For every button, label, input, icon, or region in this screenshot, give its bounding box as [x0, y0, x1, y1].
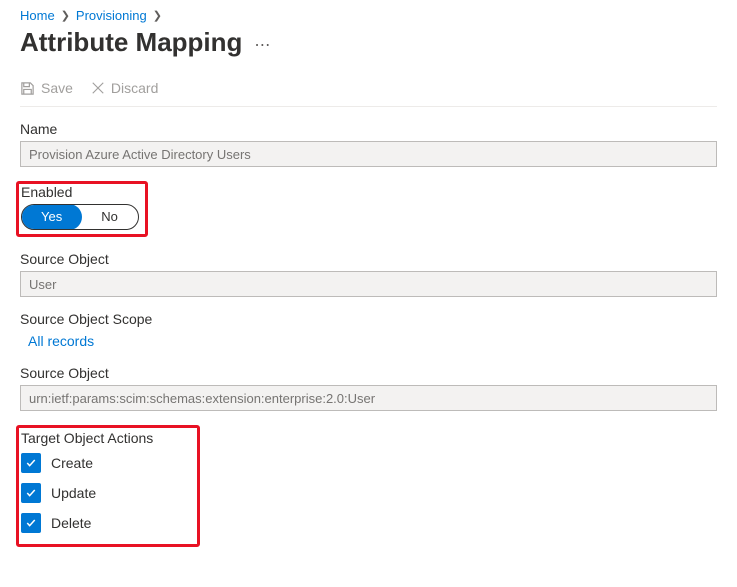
- enabled-toggle[interactable]: Yes No: [21, 204, 139, 230]
- breadcrumb-provisioning[interactable]: Provisioning: [76, 8, 147, 23]
- discard-button[interactable]: Discard: [91, 80, 158, 96]
- name-input: [20, 141, 717, 167]
- breadcrumb: Home ❯ Provisioning ❯: [20, 8, 717, 23]
- field-target-actions: Target Object Actions Create Update Dele…: [20, 425, 717, 547]
- name-label: Name: [20, 121, 717, 137]
- chevron-right-icon: ❯: [61, 9, 70, 22]
- field-source-object: Source Object: [20, 251, 717, 297]
- checkbox-delete[interactable]: [21, 513, 41, 533]
- checkbox-update-row[interactable]: Update: [21, 478, 191, 508]
- target-schema-label: Source Object: [20, 365, 717, 381]
- target-actions-label: Target Object Actions: [21, 430, 191, 446]
- save-icon: [20, 81, 35, 96]
- target-schema-input: [20, 385, 717, 411]
- enabled-label: Enabled: [21, 184, 139, 200]
- field-name: Name: [20, 121, 717, 167]
- field-target-schema: Source Object: [20, 365, 717, 411]
- close-icon: [91, 81, 105, 95]
- source-object-scope-link[interactable]: All records: [20, 331, 717, 351]
- field-enabled: Enabled Yes No: [20, 181, 717, 237]
- highlight-enabled: Enabled Yes No: [16, 181, 148, 237]
- highlight-target-actions: Target Object Actions Create Update Dele…: [16, 425, 200, 547]
- source-object-scope-label: Source Object Scope: [20, 311, 717, 327]
- source-object-input: [20, 271, 717, 297]
- breadcrumb-home[interactable]: Home: [20, 8, 55, 23]
- discard-label: Discard: [111, 80, 158, 96]
- page-header: Attribute Mapping ⋯: [20, 27, 717, 58]
- save-label: Save: [41, 80, 73, 96]
- save-button[interactable]: Save: [20, 80, 73, 96]
- more-actions-button[interactable]: ⋯: [254, 32, 271, 54]
- source-object-label: Source Object: [20, 251, 717, 267]
- checkbox-create-row[interactable]: Create: [21, 448, 191, 478]
- enabled-yes-option[interactable]: Yes: [21, 204, 82, 230]
- checkbox-create-label: Create: [51, 455, 93, 471]
- checkbox-delete-row[interactable]: Delete: [21, 508, 191, 538]
- enabled-no-option[interactable]: No: [81, 205, 138, 229]
- checkbox-update-label: Update: [51, 485, 96, 501]
- chevron-right-icon: ❯: [153, 9, 162, 22]
- checkbox-delete-label: Delete: [51, 515, 91, 531]
- toolbar: Save Discard: [20, 76, 717, 107]
- checkbox-update[interactable]: [21, 483, 41, 503]
- checkbox-create[interactable]: [21, 453, 41, 473]
- page-title: Attribute Mapping: [20, 27, 242, 58]
- field-source-object-scope: Source Object Scope All records: [20, 311, 717, 351]
